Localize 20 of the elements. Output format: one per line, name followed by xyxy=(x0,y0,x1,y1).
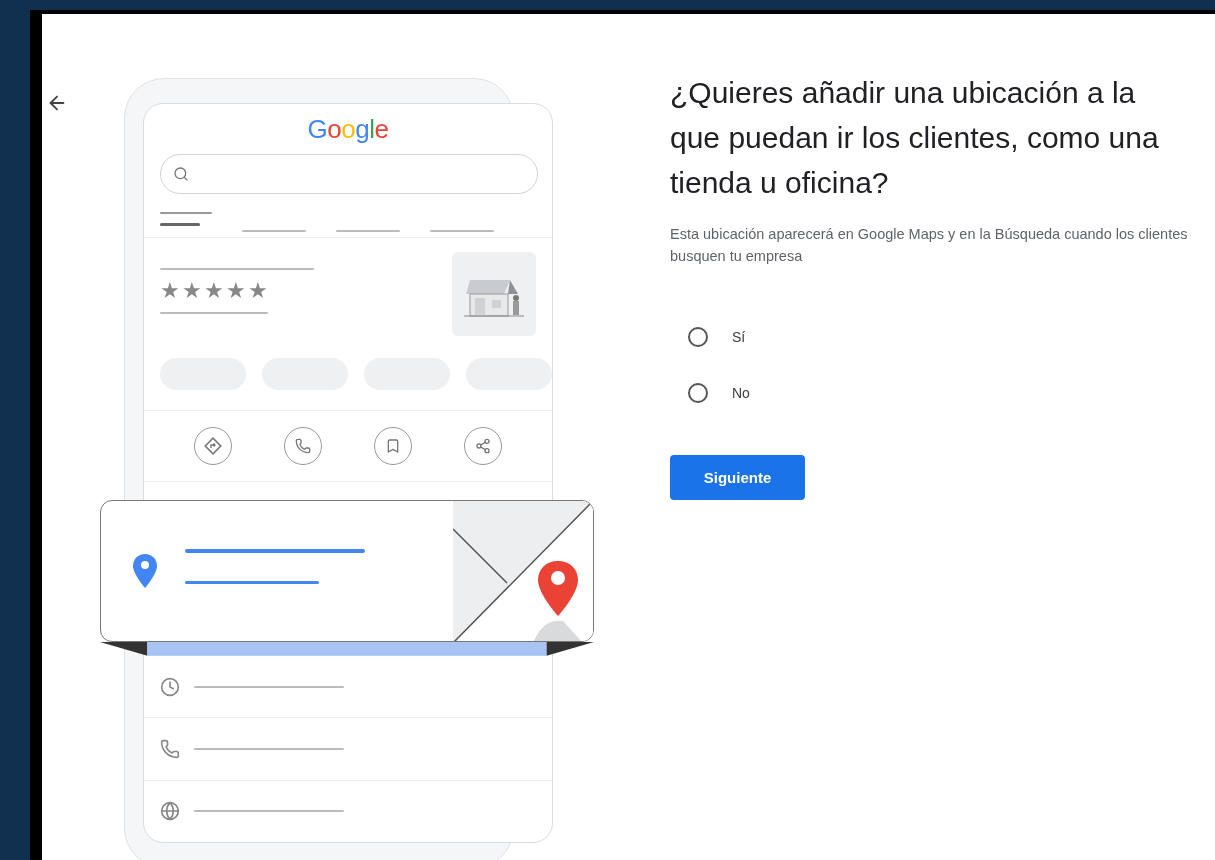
phone-icon xyxy=(160,739,180,760)
map-pin-icon xyxy=(133,554,157,589)
option-label: Sí xyxy=(732,329,746,345)
star-icon: ★ xyxy=(248,280,268,303)
next-button[interactable]: Siguiente xyxy=(670,455,805,500)
radio-button[interactable] xyxy=(688,383,708,403)
globe-icon xyxy=(160,801,180,822)
clock-icon xyxy=(160,676,180,697)
radio-option[interactable]: Sí xyxy=(688,327,1215,347)
logo-text: Google xyxy=(307,114,389,144)
radio-option[interactable]: No xyxy=(688,383,1215,403)
star-icon: ★ xyxy=(226,280,246,303)
star-icon: ★ xyxy=(182,280,202,303)
storefront-icon xyxy=(452,252,536,337)
question-title: ¿Quieres añadir una ubicación a la que puedan ir los clientes, como una tienda u oficina? xyxy=(670,75,1160,201)
radio-button[interactable] xyxy=(688,327,708,347)
option-label: No xyxy=(732,385,750,401)
star-icon: ★ xyxy=(204,280,224,303)
star-icon: ★ xyxy=(160,280,180,303)
question-description: Esta ubicación aparecerá en Google Maps y en la Búsqueda cuando los clientes busquen tu empresa xyxy=(670,225,1189,266)
